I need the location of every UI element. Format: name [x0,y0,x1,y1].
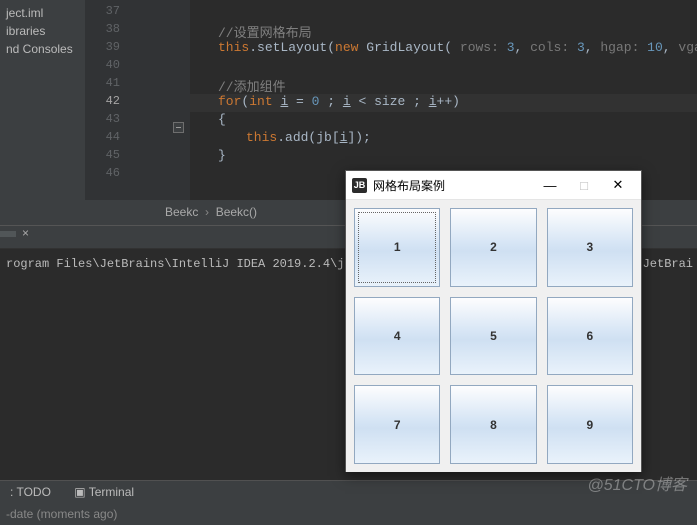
tree-item[interactable]: nd Consoles [0,40,85,58]
line-number: 45 [96,148,120,162]
tree-item[interactable]: ject.iml [0,4,85,22]
line-number: 37 [96,4,120,18]
code-line: this.setLayout(new GridLayout( rows: 3, … [218,40,697,55]
watermark: @51CTO博客 [587,471,687,495]
swing-window[interactable]: JB 网格布局案例 — □ ✕ 1 2 3 4 5 6 7 8 9 [345,170,642,472]
code-line: } [218,148,226,163]
line-number: 44 [96,130,120,144]
breadcrumb-item[interactable]: Beekc [165,205,198,219]
code-line: for(int i = 0 ; i < size ; i++) [218,94,460,109]
grid-button-7[interactable]: 7 [354,385,440,464]
line-number: 46 [96,166,120,180]
grid-button-2[interactable]: 2 [450,208,536,287]
terminal-tool-button[interactable]: ▣ Terminal [64,481,144,503]
close-button[interactable]: ✕ [601,174,635,196]
line-number: 43 [96,112,120,126]
line-number: 41 [96,76,120,90]
grid-button-4[interactable]: 4 [354,297,440,376]
fold-toggle-icon[interactable] [173,122,184,133]
line-number-current: 42 [96,94,120,108]
code-comment: //添加组件 [218,80,286,95]
code-line: this.add(jb[i]); [246,130,371,145]
editor-gutter: 37 38 39 40 41 42 43 44 45 46 [85,0,191,225]
todo-tool-button[interactable]: : TODO [0,481,61,503]
grid-button-1[interactable]: 1 [354,208,440,287]
window-title: 网格布局案例 [373,177,533,194]
maximize-button[interactable]: □ [567,174,601,196]
grid-panel: 1 2 3 4 5 6 7 8 9 [346,200,641,472]
grid-button-3[interactable]: 3 [547,208,633,287]
project-tree[interactable]: ject.iml ibraries nd Consoles [0,0,85,225]
tree-item[interactable]: ibraries [0,22,85,40]
code-comment: //设置网格布局 [218,26,312,41]
run-tab[interactable] [0,231,16,237]
grid-button-6[interactable]: 6 [547,297,633,376]
line-number: 39 [96,40,120,54]
status-text: -date (moments ago) [0,505,123,523]
line-number: 38 [96,22,120,36]
java-app-icon: JB [352,178,367,193]
window-titlebar[interactable]: JB 网格布局案例 — □ ✕ [346,171,641,200]
code-line: { [218,112,226,127]
grid-button-9[interactable]: 9 [547,385,633,464]
line-number: 40 [96,58,120,72]
close-icon[interactable]: × [22,226,29,240]
minimize-button[interactable]: — [533,174,567,196]
breadcrumb-item[interactable]: Beekc() [216,205,257,219]
grid-button-5[interactable]: 5 [450,297,536,376]
grid-button-8[interactable]: 8 [450,385,536,464]
